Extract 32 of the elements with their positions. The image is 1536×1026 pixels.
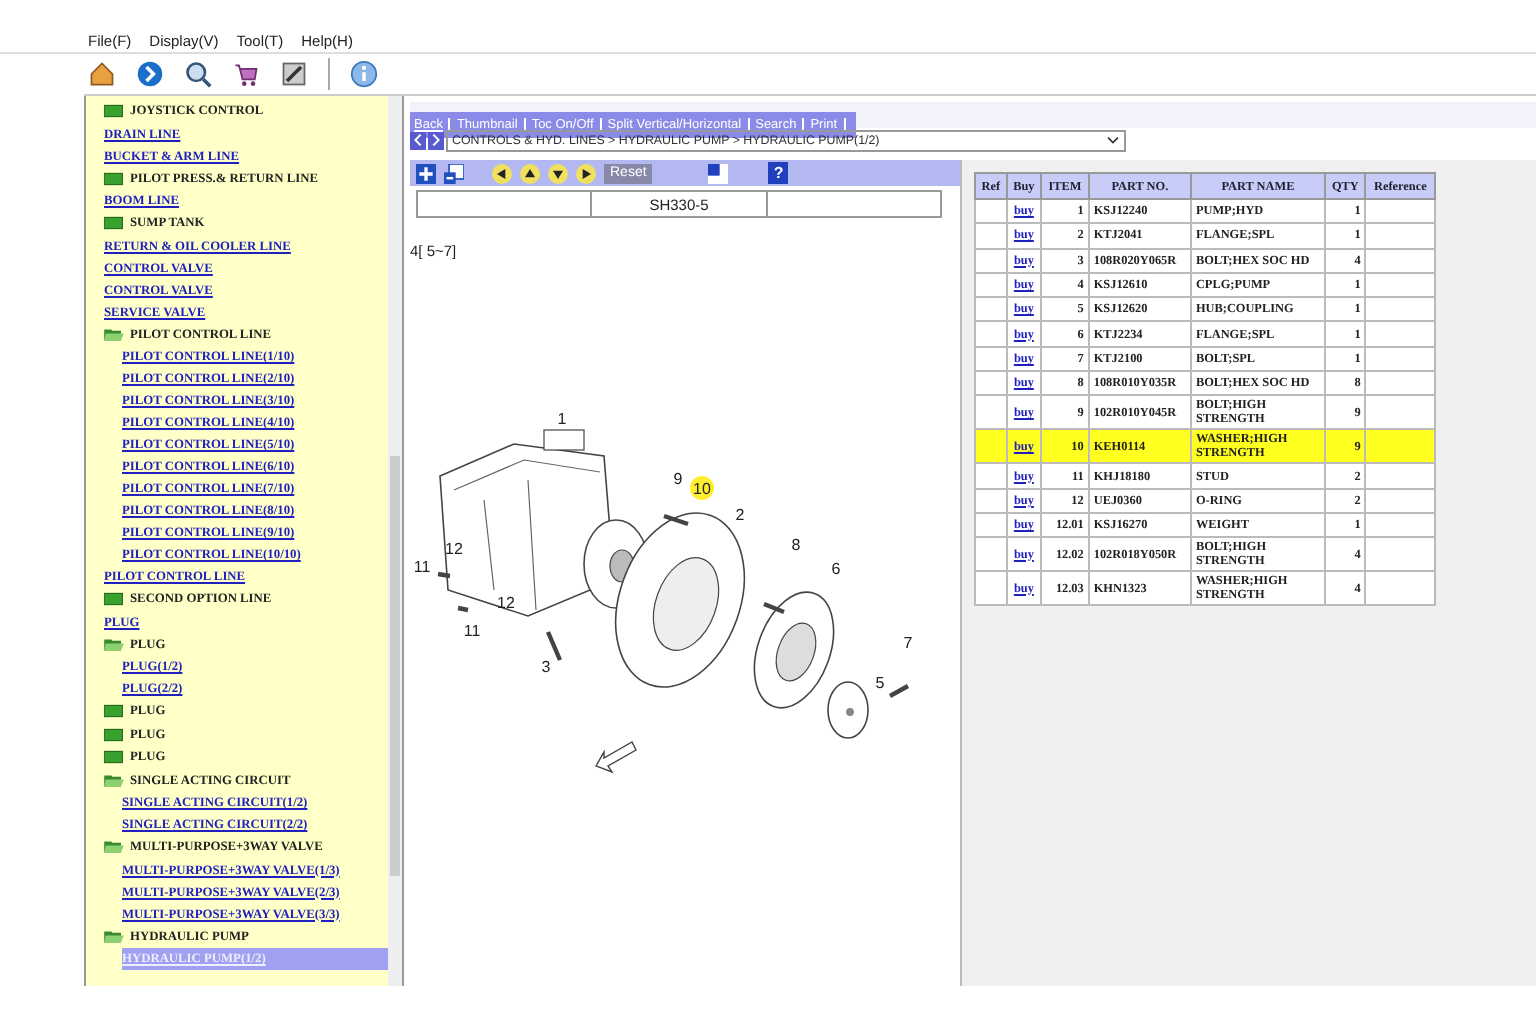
callout-number[interactable]: 3: [541, 658, 551, 676]
forward-icon[interactable]: [136, 60, 164, 88]
zoom-out-icon[interactable]: [444, 163, 464, 183]
callout-number[interactable]: 11: [463, 622, 481, 640]
pen-icon[interactable]: [280, 60, 308, 88]
callout-number[interactable]: 6: [831, 560, 841, 578]
callout-number[interactable]: 7: [903, 634, 913, 652]
callout-number[interactable]: 8: [791, 536, 801, 554]
cart-icon[interactable]: [232, 60, 260, 88]
callout-number[interactable]: 10: [693, 480, 711, 498]
scrollbar[interactable]: [388, 96, 402, 986]
home-icon[interactable]: [88, 60, 116, 88]
search-icon[interactable]: [184, 60, 212, 88]
help-button[interactable]: ?: [768, 162, 789, 184]
back-button[interactable]: [410, 131, 426, 149]
callout-number[interactable]: 12: [445, 540, 463, 558]
front-arrow-icon: [595, 741, 637, 774]
callout-number[interactable]: 2: [735, 506, 745, 524]
callout-number[interactable]: 5: [875, 674, 885, 692]
caret-icon[interactable]: [1106, 135, 1120, 145]
forward-button[interactable]: [428, 131, 444, 149]
callout-number[interactable]: 1: [557, 410, 567, 428]
arrow-button-icon[interactable]: [492, 163, 512, 183]
zoom-in-icon[interactable]: [416, 163, 436, 183]
arrow-button-icon[interactable]: [576, 163, 596, 183]
callout-number[interactable]: 12: [497, 594, 515, 612]
window-icon[interactable]: [708, 163, 729, 183]
info-icon[interactable]: [350, 60, 378, 88]
arrow-button-icon[interactable]: [548, 163, 568, 183]
callout-number[interactable]: 11: [413, 558, 431, 576]
callout-number[interactable]: 9: [673, 470, 683, 488]
arrow-button-icon[interactable]: [520, 163, 540, 183]
